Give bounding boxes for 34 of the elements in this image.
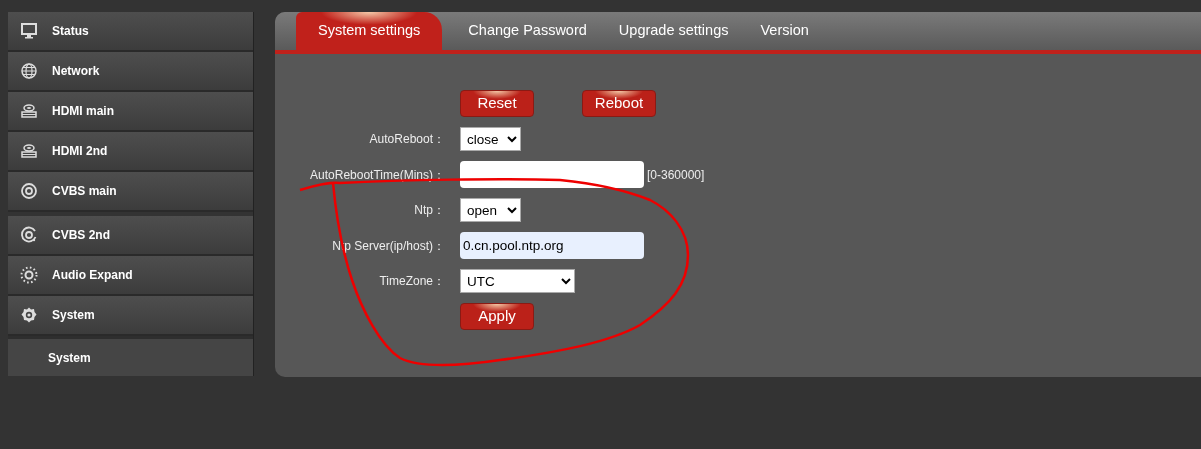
disc-drive-icon bbox=[20, 142, 38, 160]
sidebar-item[interactable]: CVBS 2nd bbox=[8, 216, 253, 256]
sidebar-item[interactable]: System bbox=[8, 296, 253, 336]
field-label: AutoReboot： bbox=[368, 131, 445, 148]
tab[interactable]: Change Password bbox=[454, 12, 601, 50]
sidebar-item[interactable]: CVBS main bbox=[8, 172, 253, 212]
sidebar-item[interactable]: HDMI 2nd bbox=[8, 132, 253, 172]
target-icon bbox=[20, 182, 38, 200]
apply-button[interactable]: Apply bbox=[460, 303, 534, 330]
tab[interactable]: Upgrade settings bbox=[604, 12, 743, 50]
sidebar-item[interactable]: Audio Expand bbox=[8, 256, 253, 296]
dotted-ring-icon bbox=[20, 266, 38, 284]
tab[interactable]: Version bbox=[746, 12, 823, 50]
input-field[interactable]: 0.cn.pool.ntp.org bbox=[460, 232, 644, 259]
gear-icon bbox=[20, 306, 38, 324]
dropdown[interactable]: close bbox=[460, 127, 521, 151]
sidebar-item[interactable]: Status bbox=[8, 12, 253, 52]
sidebar-item[interactable]: Network bbox=[8, 52, 253, 92]
disc-drive-icon bbox=[20, 102, 38, 120]
sidebar-subitem[interactable]: System bbox=[8, 336, 253, 376]
field-label: TimeZone： bbox=[378, 273, 445, 290]
sidebar-item[interactable]: HDMI main bbox=[8, 92, 253, 132]
dropdown[interactable]: UTC bbox=[460, 269, 575, 293]
tab[interactable]: System settings bbox=[296, 12, 443, 50]
reset-button[interactable]: Reset bbox=[460, 90, 534, 117]
dropdown[interactable]: open bbox=[460, 198, 521, 222]
input-field[interactable] bbox=[460, 161, 644, 188]
field-label: Ntp： bbox=[413, 202, 445, 219]
target-icon bbox=[20, 226, 38, 244]
range-hint: [0-360000] bbox=[647, 166, 705, 184]
monitor-icon bbox=[20, 22, 38, 40]
reboot-button[interactable]: Reboot bbox=[582, 90, 656, 117]
globe-icon bbox=[20, 62, 38, 80]
field-label: AutoRebootTime(Mins)： bbox=[309, 166, 445, 184]
